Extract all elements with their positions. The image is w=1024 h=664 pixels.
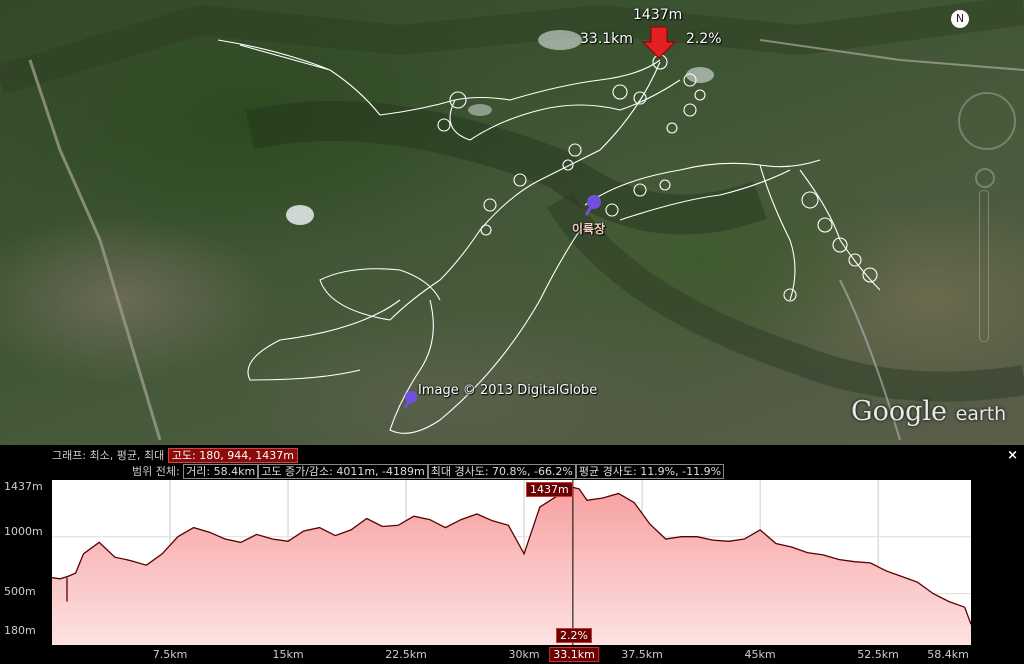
x-tick-label: 45km bbox=[744, 648, 776, 661]
marker-distance-label: 33.1km bbox=[549, 647, 599, 662]
x-tick-label: 37.5km bbox=[621, 648, 663, 661]
peak-distance-label: 33.1km bbox=[580, 31, 633, 47]
range-summary: 범위 전체: 거리: 58.4km 고도 증가/감소: 4011m, -4189m… bbox=[132, 463, 725, 479]
range-label: 범위 전체: bbox=[132, 465, 180, 478]
x-tick-label: 30km bbox=[508, 648, 540, 661]
logo-subword: earth bbox=[955, 403, 1007, 425]
peak-grade-label: 2.2% bbox=[686, 31, 722, 47]
north-compass-icon[interactable]: N bbox=[951, 10, 969, 28]
road bbox=[28, 59, 162, 441]
max-slope-stat: 최대 경사도: 70.8%, -66.2% bbox=[427, 464, 576, 479]
x-tick-label: 58.4km bbox=[927, 648, 969, 661]
avg-slope-stat: 평균 경사도: 11.9%, -11.9% bbox=[575, 464, 725, 479]
x-tick-label: 22.5km bbox=[385, 648, 427, 661]
marker-grade-label: 2.2% bbox=[556, 628, 592, 643]
pushpin-icon[interactable] bbox=[403, 391, 417, 409]
y-tick-label: 180m bbox=[4, 624, 36, 637]
zoom-slider[interactable] bbox=[979, 190, 989, 342]
distance-stat: 거리: 58.4km bbox=[183, 464, 259, 479]
map-view[interactable]: 1437m 33.1km 2.2% 이륙장 Image © 2013 Digit… bbox=[0, 0, 1024, 445]
navigation-ring[interactable] bbox=[958, 92, 1016, 150]
graph-values-dropdown[interactable]: 고도: 180, 944, 1437m bbox=[167, 448, 298, 463]
elevation-gain-loss-stat: 고도 증가/감소: 4011m, -4189m bbox=[258, 464, 428, 479]
marker-altitude-label: 1437m bbox=[526, 482, 573, 497]
y-tick-label: 1437m bbox=[4, 480, 43, 493]
x-tick-label: 15km bbox=[272, 648, 304, 661]
elevation-area bbox=[52, 487, 971, 645]
place-name-label[interactable]: 이륙장 bbox=[572, 220, 605, 237]
google-earth-logo: Google earth bbox=[851, 396, 1006, 427]
peak-altitude-label: 1437m bbox=[633, 7, 683, 23]
elevation-chart[interactable] bbox=[52, 480, 971, 645]
close-button[interactable]: × bbox=[1007, 448, 1018, 463]
x-tick-label: 7.5km bbox=[152, 648, 188, 661]
graph-label: 그래프: 최소, 평균, 최대 bbox=[52, 449, 165, 462]
x-tick-label: 52.5km bbox=[857, 648, 899, 661]
logo-word: Google bbox=[851, 396, 947, 427]
street-view-person-icon[interactable] bbox=[975, 168, 995, 188]
y-tick-label: 500m bbox=[4, 585, 36, 598]
flight-track bbox=[217, 39, 881, 434]
graph-summary: 그래프: 최소, 평균, 최대 고도: 180, 944, 1437m bbox=[52, 447, 298, 463]
terrain-overlay bbox=[0, 0, 1024, 441]
imagery-copyright: Image © 2013 DigitalGlobe bbox=[418, 383, 598, 398]
y-tick-label: 1000m bbox=[4, 525, 43, 538]
